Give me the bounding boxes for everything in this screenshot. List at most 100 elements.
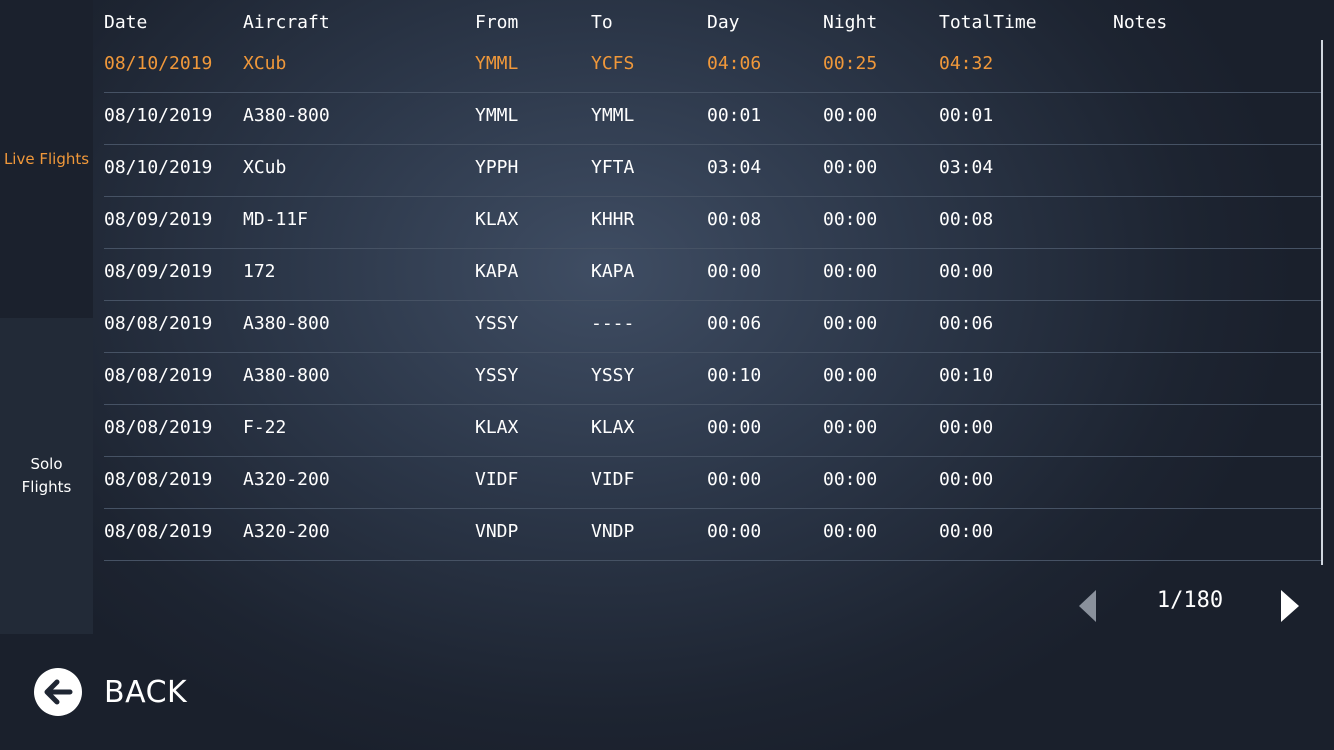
cell-date: 08/08/2019 [104,521,213,542]
cell-date: 08/08/2019 [104,417,213,438]
table-row[interactable]: 08/08/2019 A320-200 VNDP VNDP 00:00 00:0… [104,508,1322,561]
cell-night: 00:00 [823,157,878,178]
column-header-night: Night [823,12,878,33]
cell-day: 00:00 [707,469,762,490]
column-header-notes: Notes [1113,12,1168,33]
back-button[interactable]: BACK [34,668,187,716]
cell-from: VIDF [475,469,519,490]
cell-aircraft: 172 [243,261,276,282]
cell-night: 00:00 [823,261,878,282]
cell-total-time: 00:01 [939,105,994,126]
cell-date: 08/09/2019 [104,261,213,282]
cell-total-time: 00:00 [939,521,994,542]
cell-to: ---- [591,313,635,334]
cell-to: KAPA [591,261,635,282]
cell-night: 00:00 [823,469,878,490]
table-row[interactable]: 08/09/2019 172 KAPA KAPA 00:00 00:00 00:… [104,248,1322,301]
column-header-date: Date [104,12,148,33]
cell-day: 00:01 [707,105,762,126]
cell-date: 08/10/2019 [104,53,213,74]
column-header-total-time: TotalTime [939,12,1037,33]
cell-to: YSSY [591,365,635,386]
cell-date: 08/10/2019 [104,105,213,126]
cell-to: YMML [591,105,635,126]
table-row[interactable]: 08/09/2019 MD-11F KLAX KHHR 00:08 00:00 … [104,196,1322,249]
cell-day: 00:08 [707,209,762,230]
cell-day: 00:00 [707,417,762,438]
column-header-day: Day [707,12,740,33]
triangle-left-icon [1079,590,1096,622]
cell-total-time: 00:08 [939,209,994,230]
table-row[interactable]: 08/10/2019 XCub YPPH YFTA 03:04 00:00 03… [104,144,1322,197]
triangle-right-icon [1281,590,1299,622]
cell-date: 08/10/2019 [104,157,213,178]
cell-to: KLAX [591,417,635,438]
cell-from: KLAX [475,209,519,230]
cell-total-time: 00:06 [939,313,994,334]
column-header-to: To [591,12,613,33]
cell-total-time: 04:32 [939,53,994,74]
previous-page-button[interactable] [1076,589,1100,623]
cell-from: KLAX [475,417,519,438]
cell-from: YMML [475,53,519,74]
cell-aircraft: A320-200 [243,521,330,542]
cell-to: KHHR [591,209,635,230]
cell-from: YSSY [475,313,519,334]
cell-night: 00:00 [823,313,878,334]
cell-aircraft: A380-800 [243,313,330,334]
cell-from: KAPA [475,261,519,282]
cell-aircraft: XCub [243,53,287,74]
tab-live-flights-label: Live Flights [3,149,90,168]
sidebar: Live Flights Solo Flights [0,0,93,634]
cell-day: 04:06 [707,53,762,74]
cell-day: 00:00 [707,521,762,542]
cell-aircraft: A380-800 [243,105,330,126]
cell-aircraft: A380-800 [243,365,330,386]
table-row[interactable]: 08/08/2019 F-22 KLAX KLAX 00:00 00:00 00… [104,404,1322,457]
column-header-aircraft: Aircraft [243,12,330,33]
cell-to: VIDF [591,469,635,490]
cell-total-time: 00:10 [939,365,994,386]
cell-day: 00:06 [707,313,762,334]
cell-total-time: 00:00 [939,417,994,438]
cell-night: 00:00 [823,417,878,438]
cell-from: YMML [475,105,519,126]
tab-solo-flights-label: Solo Flights [21,455,72,496]
cell-to: VNDP [591,521,635,542]
cell-day: 00:00 [707,261,762,282]
cell-night: 00:25 [823,53,878,74]
table-row[interactable]: 08/10/2019 XCub YMML YCFS 04:06 00:25 04… [104,40,1322,93]
column-header-from: From [475,12,519,33]
table-row[interactable]: 08/10/2019 A380-800 YMML YMML 00:01 00:0… [104,92,1322,145]
scrollbar[interactable] [1321,40,1323,565]
cell-aircraft: MD-11F [243,209,309,230]
cell-date: 08/08/2019 [104,469,213,490]
cell-total-time: 00:00 [939,261,994,282]
cell-from: YPPH [475,157,519,178]
cell-date: 08/09/2019 [104,209,213,230]
page-indicator: 1/180 [1156,588,1224,613]
cell-night: 00:00 [823,105,878,126]
cell-date: 08/08/2019 [104,313,213,334]
table-row[interactable]: 08/08/2019 A380-800 YSSY YSSY 00:10 00:0… [104,352,1322,405]
cell-aircraft: F-22 [243,417,287,438]
next-page-button[interactable] [1278,589,1302,623]
table-row[interactable]: 08/08/2019 A380-800 YSSY ---- 00:06 00:0… [104,300,1322,353]
table-row[interactable]: 08/08/2019 A320-200 VIDF VIDF 00:00 00:0… [104,456,1322,509]
cell-day: 03:04 [707,157,762,178]
tab-solo-flights[interactable]: Solo Flights [0,318,93,634]
cell-day: 00:10 [707,365,762,386]
cell-aircraft: XCub [243,157,287,178]
back-label: BACK [104,674,188,710]
cell-date: 08/08/2019 [104,365,213,386]
cell-to: YFTA [591,157,635,178]
cell-to: YCFS [591,53,635,74]
arrow-left-circle-icon [34,668,82,716]
cell-from: VNDP [475,521,519,542]
cell-night: 00:00 [823,209,878,230]
cell-night: 00:00 [823,365,878,386]
cell-from: YSSY [475,365,519,386]
cell-total-time: 03:04 [939,157,994,178]
cell-total-time: 00:00 [939,469,994,490]
cell-night: 00:00 [823,521,878,542]
